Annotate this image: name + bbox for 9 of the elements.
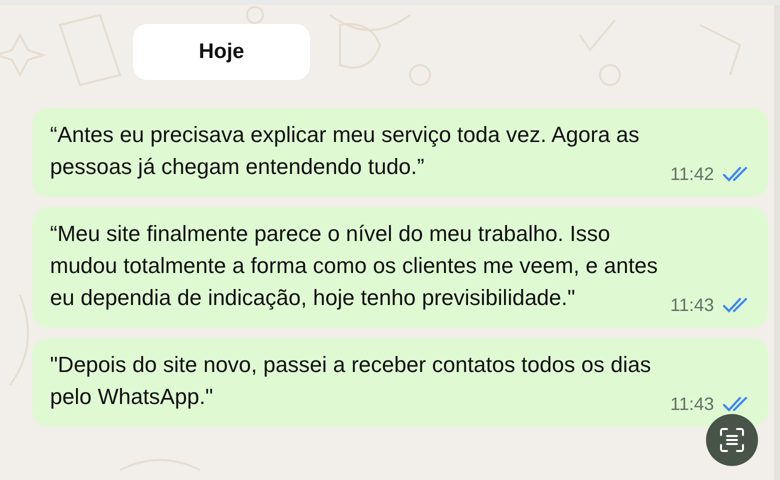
message-text: “Antes eu precisava explicar meu serviço toda vez. Agora as pessoas já chegam entendendo tudo.” xyxy=(50,121,640,181)
message-text: “Meu site finalmente parece o nível do meu trabalho. Isso mudou totalmente a forma como os clientes me veem, e antes eu dependia de indicação, hoje tenho previsibilidade." xyxy=(50,220,658,312)
scan-text-icon xyxy=(719,427,745,453)
scan-text-button[interactable] xyxy=(706,414,758,466)
date-chip: Hoje xyxy=(133,24,310,80)
message-text: "Depois do site novo, passei a receber contatos todos os dias pelo WhatsApp." xyxy=(50,351,652,411)
message-time: 11:43 xyxy=(670,392,714,416)
message-time: 11:42 xyxy=(670,162,714,186)
message-time: 11:43 xyxy=(670,294,714,316)
